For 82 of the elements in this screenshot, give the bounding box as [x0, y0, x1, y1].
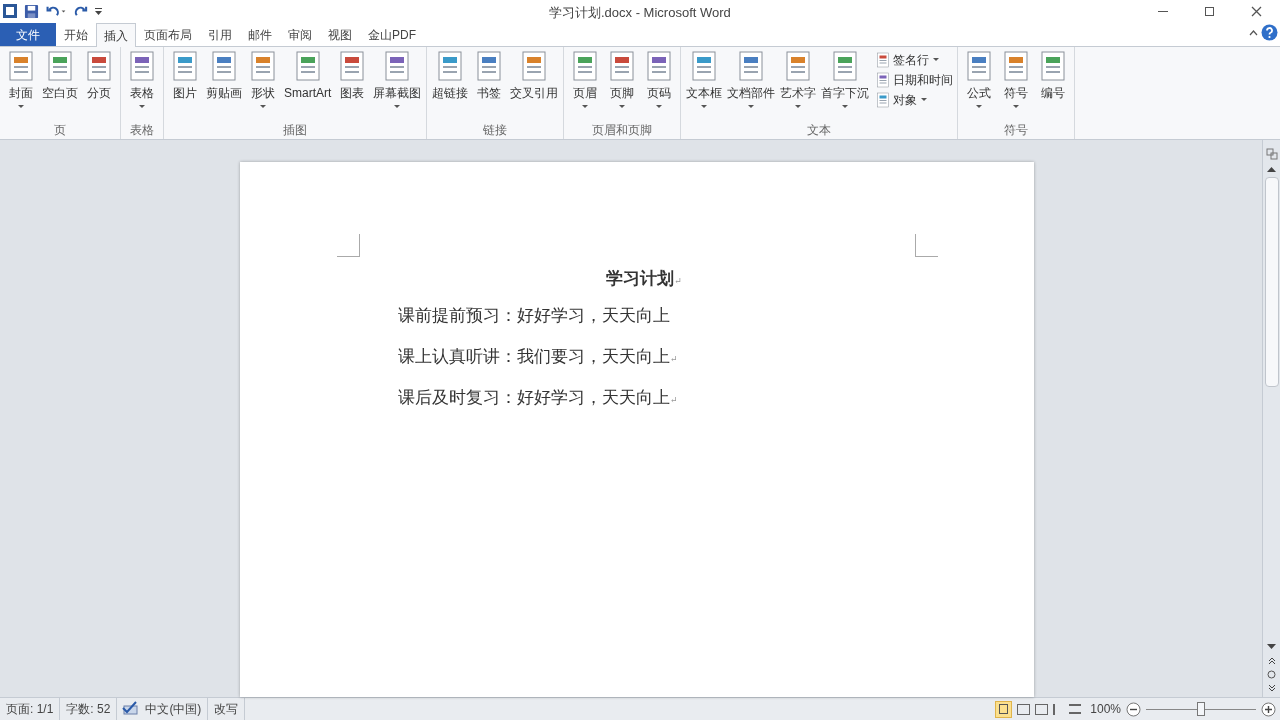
ribbon-tab[interactable]: 引用	[200, 23, 240, 46]
zoom-in-icon[interactable]	[1261, 701, 1276, 717]
ribbon-small-button[interactable]: 日期和时间	[874, 70, 955, 89]
ribbon-button[interactable]: 文本框	[684, 50, 725, 112]
print-layout-view-button[interactable]	[995, 700, 1013, 718]
ribbon-button[interactable]: 图片	[167, 50, 203, 112]
scrollbar-thumb[interactable]	[1264, 177, 1279, 387]
word-logo-icon[interactable]	[2, 3, 18, 19]
ribbon-group-label: 插图	[283, 123, 308, 137]
paragraph-mark: ↵	[670, 354, 678, 366]
zoom-slider[interactable]	[1146, 702, 1256, 716]
document-paragraph: 课上认真听讲：我们要习，天天向上	[398, 345, 670, 368]
status-item[interactable]: 改写	[208, 698, 246, 720]
paragraph-mark: ↵	[670, 395, 678, 407]
ribbon-button[interactable]: 页脚	[604, 50, 641, 112]
status-item[interactable]: 字数: 52	[60, 698, 118, 720]
previous-page-icon[interactable]	[1267, 656, 1276, 665]
ribbon-button[interactable]: 封面	[3, 50, 39, 112]
next-page-icon[interactable]	[1267, 684, 1276, 693]
ribbon-tab[interactable]: 邮件	[240, 23, 280, 46]
ruler-toggle-icon[interactable]	[1265, 146, 1278, 160]
ribbon-small-button[interactable]: 对象	[874, 90, 955, 109]
ribbon-group-label: 符号	[1004, 123, 1029, 137]
zoom-out-icon[interactable]	[1126, 701, 1141, 717]
crop-mark	[915, 234, 938, 257]
document-icon	[875, 71, 892, 88]
ribbon-button[interactable]: 艺术字	[778, 50, 819, 112]
ribbon-button[interactable]: 书签	[471, 50, 508, 112]
scroll-up-icon[interactable]	[1267, 166, 1276, 172]
ribbon-button[interactable]: 首字下沉	[819, 50, 872, 112]
browse-object-icon[interactable]	[1267, 670, 1276, 679]
proofing-check-icon[interactable]	[121, 701, 140, 717]
crop-mark	[337, 234, 360, 257]
ribbon-tab[interactable]: 审阅	[280, 23, 320, 46]
save-icon[interactable]	[24, 3, 39, 19]
ribbon-group-label: 文本	[807, 123, 832, 137]
ribbon-button[interactable]: 表格	[124, 50, 160, 112]
ribbon-tab[interactable]: 视图	[320, 23, 360, 46]
help-icon[interactable]	[1261, 24, 1278, 41]
web-layout-view-button[interactable]	[1035, 703, 1049, 715]
ribbon-button[interactable]: 剪贴画	[204, 50, 244, 112]
ribbon-button[interactable]: 图表	[334, 50, 371, 112]
collapse-ribbon-icon[interactable]	[1249, 30, 1258, 36]
document-icon	[875, 51, 892, 68]
window-title: 学习计划.docx - Microsoft Word	[549, 4, 731, 22]
ribbon-button[interactable]: 超链接	[430, 50, 471, 112]
ribbon-button[interactable]: 空白页	[40, 50, 80, 112]
ribbon-small-button[interactable]: 签名行	[874, 50, 955, 69]
close-icon	[1251, 5, 1262, 17]
ribbon-button[interactable]: SmartArt	[282, 50, 334, 112]
ribbon-tab[interactable]: 插入	[96, 23, 136, 47]
document-icon	[875, 91, 892, 108]
ribbon-button[interactable]: 公式	[961, 50, 998, 112]
ribbon-tab[interactable]: 开始	[56, 23, 96, 46]
ribbon-tab[interactable]: 页面布局	[136, 23, 200, 46]
ribbon-button[interactable]: 页码	[641, 50, 678, 112]
ribbon-group-label: 页眉和页脚	[592, 123, 653, 137]
ribbon-button[interactable]: 分页	[81, 50, 117, 112]
zoom-slider-thumb[interactable]	[1197, 702, 1205, 716]
draft-view-button[interactable]	[1069, 704, 1082, 714]
ribbon-button[interactable]: 页眉	[567, 50, 604, 112]
ribbon-button[interactable]: 形状	[245, 50, 281, 112]
customize-caret-icon[interactable]	[94, 5, 103, 17]
status-item[interactable]: 中文(中国)	[139, 698, 209, 720]
document-paragraph: 课后及时复习：好好学习，天天向上	[398, 386, 670, 409]
file-menu-tab[interactable]: 文件	[0, 23, 56, 46]
paragraph-mark: ↵	[674, 275, 682, 288]
ribbon-button[interactable]: 符号	[998, 50, 1035, 112]
document-title: 学习计划	[606, 267, 675, 290]
ribbon-group-label: 页	[54, 123, 66, 137]
document-paragraph: 课前提前预习：好好学习，天天向上	[398, 304, 670, 327]
ribbon-button[interactable]: 交叉引用	[508, 50, 561, 112]
ribbon-button[interactable]: 屏幕截图	[371, 50, 424, 112]
ribbon-button[interactable]: 文档部件	[725, 50, 778, 112]
status-item[interactable]: 页面: 1/1	[0, 698, 61, 720]
scroll-down-icon[interactable]	[1267, 644, 1276, 650]
zoom-level[interactable]: 100%	[1090, 700, 1121, 718]
ribbon-button[interactable]: 编号	[1035, 50, 1072, 112]
ribbon-group-label: 表格	[130, 123, 154, 137]
ribbon-tab[interactable]: 金山PDF	[360, 23, 424, 46]
ribbon-group-label: 链接	[483, 123, 508, 137]
reading-view-button[interactable]	[1017, 703, 1031, 715]
